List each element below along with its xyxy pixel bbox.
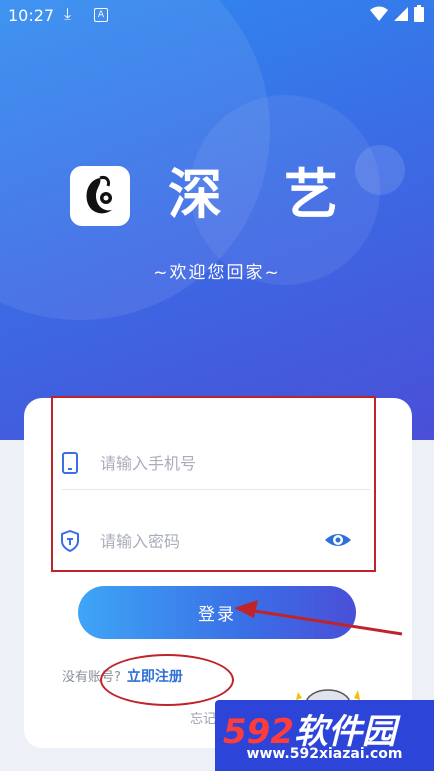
login-button[interactable]: 登录 [78, 586, 356, 639]
download-icon: ⤓ [64, 4, 72, 23]
signal-icon [394, 6, 408, 21]
battery-icon [414, 5, 424, 22]
forgot-password-link[interactable]: 忘记 [190, 708, 216, 727]
wifi-icon [370, 6, 388, 21]
watermark-url: www.592xiazai.com [246, 746, 403, 762]
input-highlight-annotation [51, 396, 376, 572]
status-indicators [370, 5, 424, 22]
app-logo-icon [86, 176, 112, 214]
status-time: 10:27 [8, 6, 55, 25]
welcome-subtitle: ~欢迎您回家~ [153, 263, 281, 283]
watermark-banner: 592软件园 www.592xiazai.com [215, 700, 434, 771]
app-logo [70, 166, 130, 226]
status-bar: 10:27 ⤓ A [0, 0, 434, 30]
register-highlight-annotation [100, 654, 234, 706]
notification-a-icon: A [94, 8, 108, 22]
app-title: 深艺 [168, 163, 400, 226]
